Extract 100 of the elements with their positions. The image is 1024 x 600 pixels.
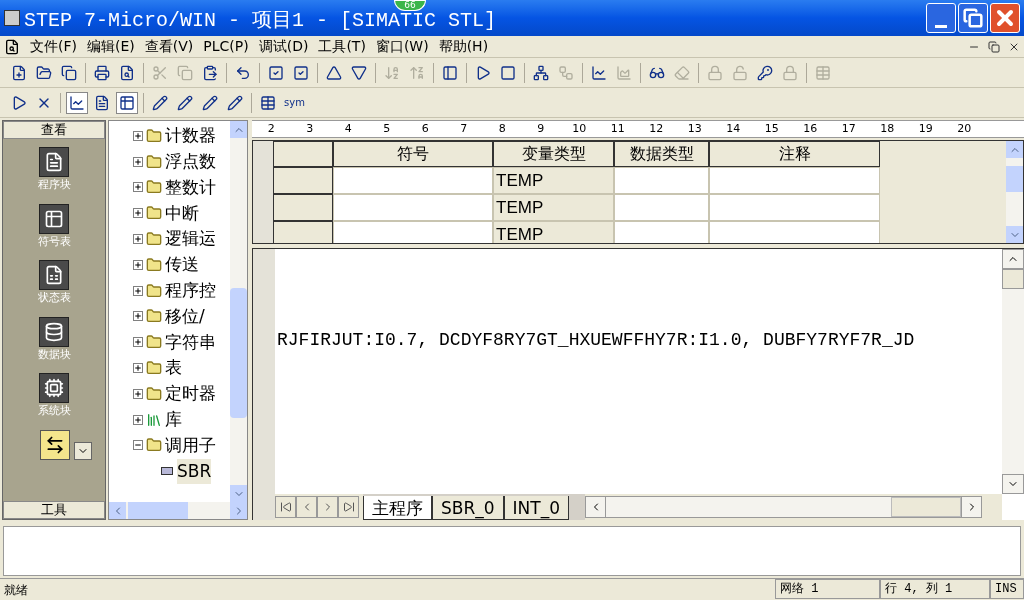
print-icon[interactable] [94,64,110,81]
expand-icon[interactable] [133,182,143,193]
table-cell[interactable]: TEMP [493,167,614,194]
ruler-number: 4 [343,121,353,137]
tab-scroll-button[interactable] [275,496,296,518]
menu-item[interactable]: 窗口(W) [375,36,429,57]
ruler-number: 7 [459,121,469,137]
tree-item[interactable]: 调用子 [165,432,216,459]
expand-icon[interactable] [133,363,143,374]
row-header[interactable] [273,194,333,221]
table-cell[interactable] [709,221,880,243]
folder-icon [146,153,162,170]
chart-icon[interactable] [591,64,607,81]
collapse-icon[interactable] [133,440,143,451]
ruler-number: 13 [686,121,703,137]
table-cell[interactable] [614,194,709,221]
sheet-tab[interactable]: INT_0 [503,496,570,520]
scroll-thumb[interactable] [1002,269,1024,289]
document-menu-icon[interactable] [4,38,20,55]
menu-item[interactable]: 文件(F) [30,36,77,57]
minimize-button[interactable] [926,3,956,33]
tree-item[interactable]: 计数器 [165,123,216,149]
tree-item[interactable]: 定时器 [165,381,216,407]
table-cell[interactable]: TEMP [493,221,614,243]
play-icon[interactable] [475,64,491,81]
expand-icon[interactable] [133,130,143,141]
restore-icon[interactable] [988,40,1000,53]
open-folder-icon[interactable] [36,64,52,81]
tree-item[interactable]: 传送 [165,252,199,278]
scroll-thumb[interactable] [1006,166,1023,192]
print-preview-icon[interactable] [119,64,135,81]
vertical-scrollbar[interactable] [1002,249,1024,494]
table-cell[interactable] [333,167,493,194]
navigation-footer[interactable]: 工具 [3,501,105,519]
row-header[interactable] [273,167,333,194]
expand-icon[interactable] [133,259,143,270]
scroll-thumb[interactable] [128,502,188,519]
tree-item[interactable]: 表 [165,355,182,381]
table-cell[interactable] [614,221,709,243]
menu-item[interactable]: 查看(V) [144,36,194,57]
expand-icon[interactable] [133,156,143,167]
menu-item[interactable]: 编辑(E) [87,36,135,57]
tree-item[interactable]: 程序控 [165,277,216,304]
tree-item[interactable]: 库 [165,406,182,433]
expand-icon[interactable] [133,337,143,348]
checked-box-icon[interactable] [268,64,284,81]
expand-icon[interactable] [133,234,143,245]
horizontal-scrollbar[interactable] [585,496,982,518]
menu-item[interactable]: 帮助(H) [438,36,489,57]
paste-icon[interactable] [202,64,218,81]
tab-scroll-button[interactable] [338,496,359,518]
horizontal-scrollbar[interactable] [109,502,247,519]
menu-item[interactable]: 调试(D) [258,36,309,57]
stop-icon[interactable] [500,64,516,81]
menu-item[interactable]: PLC(P) [203,36,249,57]
network-icon[interactable] [533,64,549,81]
vertical-scrollbar[interactable] [230,121,247,502]
vertical-scrollbar[interactable] [1006,141,1023,243]
stacked-pages-icon[interactable] [61,64,77,81]
checked-box-icon[interactable] [293,64,309,81]
tree-item[interactable]: 浮点数 [165,148,216,175]
sheet-tab[interactable]: 主程序 [363,496,432,520]
first-icon[interactable] [279,501,292,513]
ruler-number: 20 [956,121,973,137]
navigation-header[interactable]: 查看 [3,121,105,139]
tree-item[interactable]: 移位/ [165,303,205,330]
cross-reference-icon[interactable] [40,429,70,460]
tree-item[interactable]: 中断 [165,200,199,227]
tree-item[interactable]: SBR [177,458,212,484]
up-triangle-icon[interactable] [326,64,342,81]
sheet-tab[interactable]: SBR_0 [432,496,504,520]
tree-item[interactable]: 整数计 [165,174,216,201]
table-cell[interactable] [709,167,880,194]
expand-icon[interactable] [133,311,143,322]
table-cell[interactable] [614,167,709,194]
notification-badge: 66 [394,0,426,11]
last-icon[interactable] [342,501,355,513]
tree-item[interactable]: 字符串 [165,329,216,355]
window-panel-icon[interactable] [442,64,458,81]
down-triangle-icon[interactable] [351,64,367,81]
key-icon[interactable] [757,64,773,81]
tree-item[interactable]: 逻辑运 [165,226,216,252]
table-cell[interactable] [333,194,493,221]
expand-icon[interactable] [133,285,143,296]
new-file-icon[interactable] [11,64,27,81]
ruler-number: 19 [917,121,934,137]
symbol-button[interactable]: sym [282,91,307,114]
expand-icon[interactable] [133,388,143,399]
table-cell[interactable] [709,194,880,221]
scroll-thumb[interactable] [891,497,961,517]
scroll-thumb[interactable] [230,288,247,418]
column-header: 符号 [333,141,493,167]
expand-icon[interactable] [133,208,143,219]
table-cell[interactable] [333,221,493,243]
table-cell[interactable]: TEMP [493,194,614,221]
undo-icon[interactable] [235,64,251,81]
menu-item[interactable]: 工具(T) [318,36,366,57]
row-header[interactable] [273,221,333,243]
expand-icon[interactable] [133,414,143,425]
ruler-number: 6 [420,121,430,137]
